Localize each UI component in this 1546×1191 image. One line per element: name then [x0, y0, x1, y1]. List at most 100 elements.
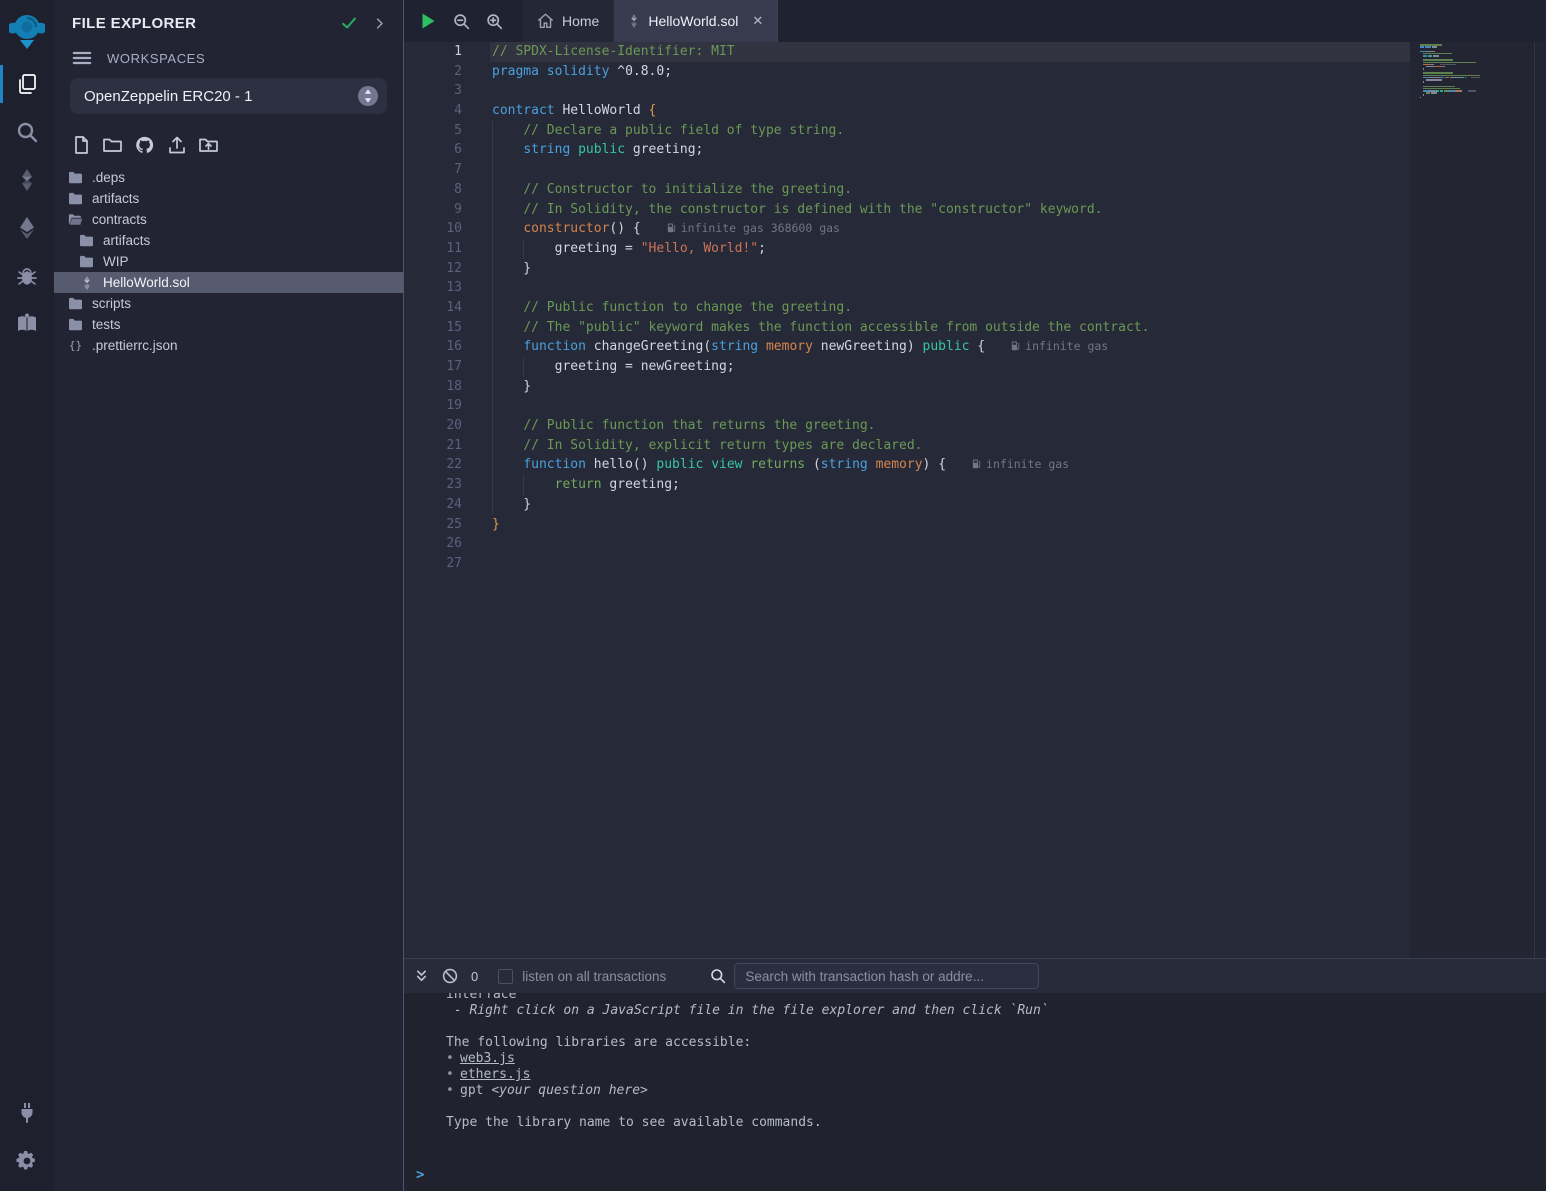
activity-solidity-compiler[interactable]: [0, 156, 54, 204]
activity-plugin-manager[interactable]: [0, 1089, 54, 1137]
code-line-10[interactable]: constructor() {infinite gas 368600 gas: [490, 219, 1410, 239]
code-line-22[interactable]: function hello() public view returns (st…: [490, 455, 1410, 475]
activity-learn[interactable]: [0, 300, 54, 348]
terminal-line: - Right click on a JavaScript file in th…: [446, 1003, 1546, 1019]
folder-icon: [68, 170, 83, 185]
code-line-12[interactable]: }: [490, 259, 1410, 279]
clone-github-button[interactable]: [132, 132, 157, 157]
code-line-13[interactable]: [490, 278, 1410, 298]
search-icon: [15, 120, 39, 144]
terminal-link[interactable]: web3.js: [460, 1051, 515, 1066]
code-line-23[interactable]: return greeting;: [490, 475, 1410, 495]
activity-debugger[interactable]: [0, 252, 54, 300]
code-line-21[interactable]: // In Solidity, explicit return types ar…: [490, 436, 1410, 456]
code-line-11[interactable]: greeting = "Hello, World!";: [490, 239, 1410, 259]
line-number: 26: [404, 534, 490, 554]
tree-item-contracts[interactable]: contracts: [54, 209, 403, 230]
line-number: 13: [404, 278, 490, 298]
minimap[interactable]: [1410, 42, 1546, 958]
terminal-link[interactable]: ethers.js: [460, 1067, 530, 1082]
line-number: 12: [404, 259, 490, 279]
code-line-20[interactable]: // Public function that returns the gree…: [490, 416, 1410, 436]
tree-item-label: contracts: [92, 212, 147, 227]
line-number: 6: [404, 140, 490, 160]
tab-home[interactable]: Home: [523, 0, 614, 42]
tree-item-helloworld-sol[interactable]: HelloWorld.sol: [54, 272, 403, 293]
folder-icon: [68, 296, 83, 311]
upload-file-button[interactable]: [164, 132, 189, 157]
run-script-button[interactable]: [420, 12, 437, 30]
code-line-26[interactable]: [490, 534, 1410, 554]
learn-icon: [15, 312, 39, 336]
gas-estimate: infinite gas 368600 gas: [667, 221, 840, 235]
expand-terminal-icon[interactable]: [414, 969, 429, 984]
hamburger-menu-icon[interactable]: [72, 50, 92, 66]
tree-item-scripts[interactable]: scripts: [54, 293, 403, 314]
activity-search[interactable]: [0, 108, 54, 156]
code-line-4[interactable]: contract HelloWorld {: [490, 101, 1410, 121]
code-line-18[interactable]: }: [490, 377, 1410, 397]
line-number: 4: [404, 101, 490, 121]
check-icon[interactable]: [340, 14, 358, 32]
code-line-15[interactable]: // The "public" keyword makes the functi…: [490, 318, 1410, 338]
code-line-7[interactable]: [490, 160, 1410, 180]
code-line-3[interactable]: [490, 81, 1410, 101]
line-number: 16: [404, 337, 490, 357]
tree-item-label: WIP: [103, 254, 129, 269]
listen-transactions-checkbox[interactable]: [498, 969, 513, 984]
tree-item-label: tests: [92, 317, 121, 332]
code-editor[interactable]: 1234567891011121314151617181920212223242…: [404, 42, 1546, 958]
code-line-2[interactable]: pragma solidity ^0.8.0;: [490, 62, 1410, 82]
code-line-6[interactable]: string public greeting;: [490, 140, 1410, 160]
terminal-search-input[interactable]: [734, 963, 1039, 989]
code-line-19[interactable]: [490, 396, 1410, 416]
folder-upload-icon: [198, 135, 219, 155]
run-controls: [404, 0, 523, 42]
code-line-5[interactable]: // Declare a public field of type string…: [490, 121, 1410, 141]
tree-item--deps[interactable]: .deps: [54, 167, 403, 188]
tree-item-artifacts[interactable]: artifacts: [54, 188, 403, 209]
code-line-27[interactable]: [490, 554, 1410, 574]
activity-file-explorer[interactable]: [0, 60, 54, 108]
activity-remix-logo[interactable]: [0, 4, 54, 60]
bug-icon: [15, 264, 39, 288]
terminal-output[interactable]: interface - Right click on a JavaScript …: [404, 993, 1546, 1191]
line-number: 14: [404, 298, 490, 318]
tree-item-label: HelloWorld.sol: [103, 275, 190, 290]
code-line-25[interactable]: }: [490, 515, 1410, 535]
tab-helloworld-sol[interactable]: HelloWorld.sol✕: [614, 0, 778, 42]
code-line-8[interactable]: // Constructor to initialize the greetin…: [490, 180, 1410, 200]
plug-icon: [15, 1101, 39, 1125]
chevron-right-icon[interactable]: [372, 16, 387, 31]
terminal-line: [446, 1019, 1546, 1035]
file-tree: .depsartifactscontractsartifactsWIPHello…: [54, 167, 403, 356]
zoom-out-icon[interactable]: [453, 13, 470, 30]
new-file-button[interactable]: [68, 132, 93, 157]
code-content[interactable]: // SPDX-License-Identifier: MITpragma so…: [490, 42, 1410, 958]
upload-folder-button[interactable]: [196, 132, 221, 157]
code-line-16[interactable]: function changeGreeting(string memory ne…: [490, 337, 1410, 357]
code-line-24[interactable]: }: [490, 495, 1410, 515]
new-folder-button[interactable]: [100, 132, 125, 157]
terminal-line: The following libraries are accessible:: [446, 1035, 1546, 1051]
home-icon: [537, 13, 554, 29]
close-icon[interactable]: ✕: [752, 13, 763, 29]
activity-settings[interactable]: [0, 1137, 54, 1185]
tree-item-tests[interactable]: tests: [54, 314, 403, 335]
tree-item--prettierrc-json[interactable]: {}.prettierrc.json: [54, 335, 403, 356]
code-line-9[interactable]: // In Solidity, the constructor is defin…: [490, 200, 1410, 220]
folder-icon: [68, 191, 83, 206]
workspace-select[interactable]: OpenZeppelin ERC20 - 1: [70, 78, 387, 114]
clear-console-icon[interactable]: [442, 968, 458, 984]
terminal-prompt[interactable]: >: [416, 1167, 424, 1183]
tree-item-label: artifacts: [103, 233, 150, 248]
tree-item-artifacts[interactable]: artifacts: [54, 230, 403, 251]
code-line-1[interactable]: // SPDX-License-Identifier: MIT: [490, 42, 1410, 62]
code-line-14[interactable]: // Public function to change the greetin…: [490, 298, 1410, 318]
zoom-in-icon[interactable]: [486, 13, 503, 30]
tree-item-wip[interactable]: WIP: [54, 251, 403, 272]
code-line-17[interactable]: greeting = newGreeting;: [490, 357, 1410, 377]
panel-title: FILE EXPLORER: [72, 15, 326, 32]
deploy-icon: [15, 216, 39, 240]
activity-deploy-run[interactable]: [0, 204, 54, 252]
